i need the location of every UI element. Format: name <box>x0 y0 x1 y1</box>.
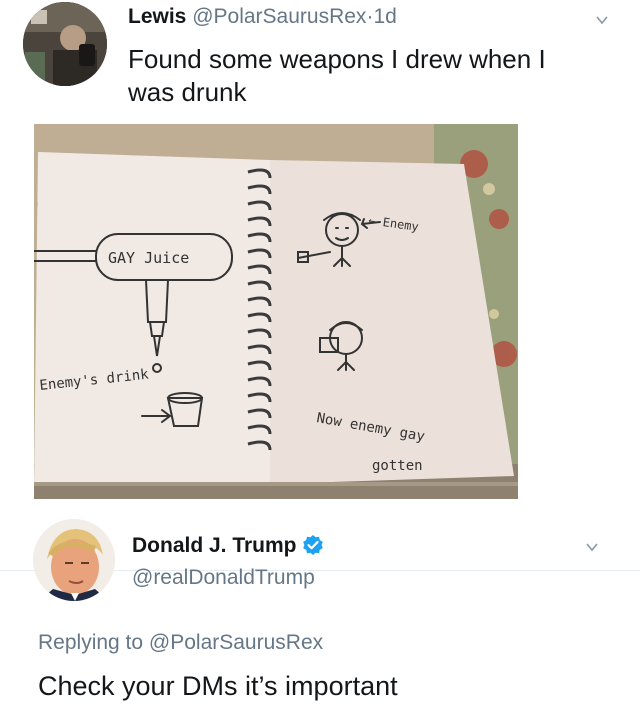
author-name[interactable]: Donald J. Trump <box>132 534 297 557</box>
replying-mention-link[interactable]: @PolarSaurusRex <box>149 631 323 654</box>
author-name[interactable]: Lewis <box>128 5 186 28</box>
avatar-lewis[interactable] <box>23 2 107 86</box>
author-handle[interactable]: @realDonaldTrump <box>132 566 315 590</box>
replying-prefix: Replying to <box>38 631 144 654</box>
replying-to: Replying to @PolarSaurusRex <box>38 631 323 655</box>
tweet-lewis: Lewis @PolarSaurusRex·1d Found some weap… <box>0 0 640 508</box>
label-juice: GAY Juice <box>108 249 189 267</box>
author-handle[interactable]: @PolarSaurusRex <box>192 5 366 28</box>
tweet-photo[interactable]: GAY Juice ← Enemy Enemy's drink Now enem… <box>34 124 518 499</box>
tweet-text: Check your DMs it’s important <box>38 671 398 701</box>
chevron-down-icon[interactable] <box>585 540 599 554</box>
avatar-trump[interactable] <box>33 519 115 601</box>
author-name-trump: Donald J. Trump <box>132 534 324 558</box>
tweet-time[interactable]: 1d <box>373 5 396 28</box>
verified-badge-icon <box>302 534 324 556</box>
chevron-down-icon[interactable] <box>595 13 609 27</box>
tweet-header: Lewis @PolarSaurusRex·1d <box>128 5 397 29</box>
label-gotten: gotten <box>372 458 423 474</box>
tweet-text: Found some weapons I drew when I was dru… <box>128 44 546 107</box>
